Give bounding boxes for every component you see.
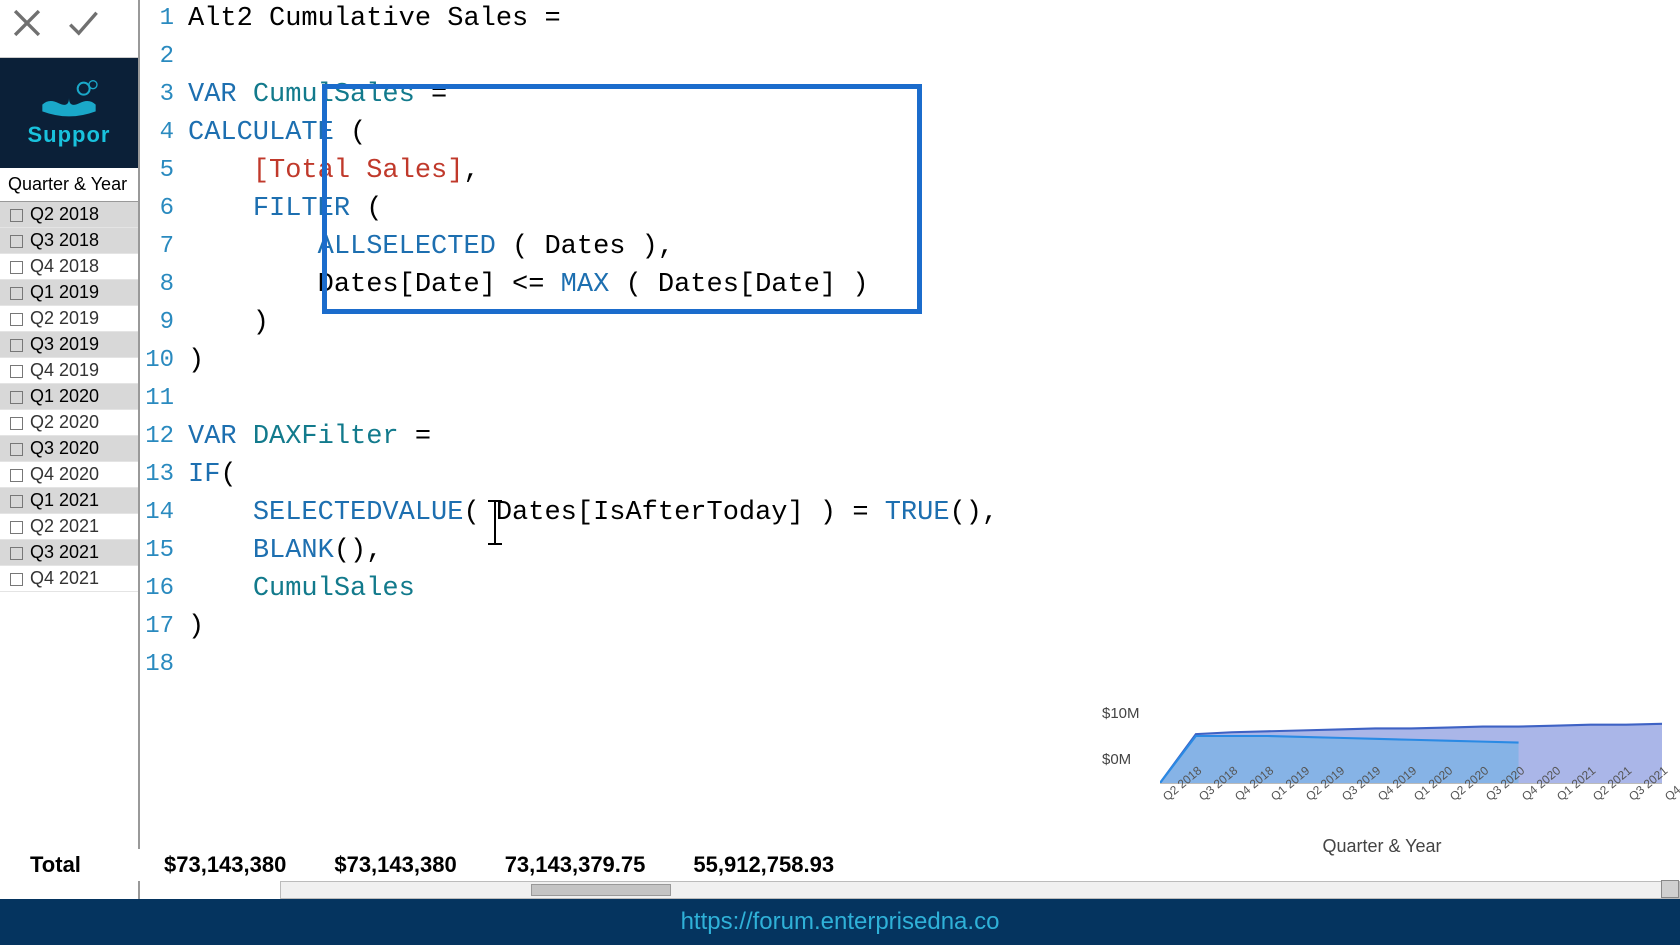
line-number: 2: [140, 38, 184, 76]
y-tick-1: $0M: [1102, 751, 1140, 797]
code-line[interactable]: 3VAR CumulSales =: [140, 76, 1680, 114]
code-line[interactable]: 4CALCULATE (: [140, 114, 1680, 152]
code-line[interactable]: 10): [140, 342, 1680, 380]
code-content[interactable]: IF(: [184, 456, 1680, 494]
totals-label: Total: [0, 852, 140, 878]
line-number: 6: [140, 190, 184, 228]
code-content[interactable]: CumulSales: [184, 570, 1680, 608]
code-content[interactable]: ): [184, 304, 1680, 342]
slicer-item[interactable]: Q4 2018: [0, 254, 138, 280]
code-container: 1Alt2 Cumulative Sales =23VAR CumulSales…: [140, 0, 1680, 684]
code-content[interactable]: FILTER (: [184, 190, 1680, 228]
formula-bar-actions: [0, 0, 138, 58]
text-cursor: [494, 500, 496, 545]
slicer-item[interactable]: Q1 2019: [0, 280, 138, 306]
code-content[interactable]: VAR DAXFilter =: [184, 418, 1680, 456]
slicer-list[interactable]: Q2 2018Q3 2018Q4 2018Q1 2019Q2 2019Q3 20…: [0, 202, 138, 899]
code-content[interactable]: [Total Sales],: [184, 152, 1680, 190]
code-line[interactable]: 18: [140, 646, 1680, 684]
slicer-item[interactable]: Q2 2019: [0, 306, 138, 332]
y-axis: $10M $0M: [1102, 705, 1140, 765]
code-line[interactable]: 1Alt2 Cumulative Sales =: [140, 0, 1680, 38]
chart-area: $10M $0M Q2 2018Q3 2018Q4 2018Q1 2019Q2 …: [1102, 687, 1662, 857]
y-tick-0: $10M: [1102, 705, 1140, 751]
totals-cell-2: 73,143,379.75: [481, 852, 670, 878]
slicer-header: Quarter & Year: [0, 168, 138, 202]
line-number: 10: [140, 342, 184, 380]
code-line[interactable]: 13IF(: [140, 456, 1680, 494]
brand-label: Suppor: [28, 122, 111, 148]
line-number: 13: [140, 456, 184, 494]
line-number: 18: [140, 646, 184, 684]
support-icon: [34, 78, 104, 118]
resize-grip[interactable]: [1661, 880, 1679, 898]
brand-badge: Suppor: [0, 58, 138, 168]
code-content[interactable]: Alt2 Cumulative Sales =: [184, 0, 1680, 38]
code-content[interactable]: SELECTEDVALUE( Dates[IsAfterToday] ) = T…: [184, 494, 1680, 532]
code-content[interactable]: ): [184, 342, 1680, 380]
slicer-item[interactable]: Q1 2021: [0, 488, 138, 514]
main-area: Suppor Quarter & Year Q2 2018Q3 2018Q4 2…: [0, 0, 1680, 899]
code-content[interactable]: CALCULATE (: [184, 114, 1680, 152]
code-line[interactable]: 7 ALLSELECTED ( Dates ),: [140, 228, 1680, 266]
slicer-item[interactable]: Q4 2020: [0, 462, 138, 488]
horizontal-scrollbar[interactable]: [280, 881, 1680, 899]
slicer-item[interactable]: Q3 2019: [0, 332, 138, 358]
slicer-item[interactable]: Q3 2020: [0, 436, 138, 462]
chart-title: Quarter & Year: [1102, 836, 1662, 857]
line-number: 4: [140, 114, 184, 152]
code-line[interactable]: 9 ): [140, 304, 1680, 342]
footer-bar: https://forum.enterprisedna.co: [0, 899, 1680, 945]
slicer-item[interactable]: Q4 2019: [0, 358, 138, 384]
line-number: 16: [140, 570, 184, 608]
code-line[interactable]: 8 Dates[Date] <= MAX ( Dates[Date] ): [140, 266, 1680, 304]
line-number: 14: [140, 494, 184, 532]
code-line[interactable]: 17): [140, 608, 1680, 646]
x-axis-labels: Q2 2018Q3 2018Q4 2018Q1 2019Q2 2019Q3 20…: [1160, 787, 1662, 837]
code-line[interactable]: 2: [140, 38, 1680, 76]
code-line[interactable]: 5 [Total Sales],: [140, 152, 1680, 190]
slicer-item[interactable]: Q3 2021: [0, 540, 138, 566]
code-content[interactable]: ): [184, 608, 1680, 646]
line-number: 5: [140, 152, 184, 190]
code-line[interactable]: 11: [140, 380, 1680, 418]
code-line[interactable]: 15 BLANK(),: [140, 532, 1680, 570]
cancel-button[interactable]: [10, 6, 44, 51]
formula-editor[interactable]: 1Alt2 Cumulative Sales =23VAR CumulSales…: [140, 0, 1680, 899]
footer-url[interactable]: https://forum.enterprisedna.co: [681, 908, 1000, 936]
totals-cell-0: $73,143,380: [140, 852, 310, 878]
line-number: 11: [140, 380, 184, 418]
code-line[interactable]: 12VAR DAXFilter =: [140, 418, 1680, 456]
totals-row: Total $73,143,380 $73,143,380 73,143,379…: [0, 849, 920, 881]
line-number: 8: [140, 266, 184, 304]
app-root: Suppor Quarter & Year Q2 2018Q3 2018Q4 2…: [0, 0, 1680, 945]
slicer-item[interactable]: Q2 2018: [0, 202, 138, 228]
code-content[interactable]: Dates[Date] <= MAX ( Dates[Date] ): [184, 266, 1680, 304]
line-number: 7: [140, 228, 184, 266]
code-line[interactable]: 14 SELECTEDVALUE( Dates[IsAfterToday] ) …: [140, 494, 1680, 532]
scrollbar-thumb[interactable]: [531, 884, 671, 896]
code-content[interactable]: ALLSELECTED ( Dates ),: [184, 228, 1680, 266]
line-number: 9: [140, 304, 184, 342]
line-number: 1: [140, 0, 184, 38]
accept-button[interactable]: [66, 6, 100, 51]
slicer-item[interactable]: Q2 2020: [0, 410, 138, 436]
left-column: Suppor Quarter & Year Q2 2018Q3 2018Q4 2…: [0, 0, 140, 899]
code-content[interactable]: VAR CumulSales =: [184, 76, 1680, 114]
slicer-item[interactable]: Q4 2021: [0, 566, 138, 592]
code-line[interactable]: 6 FILTER (: [140, 190, 1680, 228]
code-content[interactable]: BLANK(),: [184, 532, 1680, 570]
totals: Total $73,143,380 $73,143,380 73,143,379…: [0, 849, 858, 881]
code-line[interactable]: 16 CumulSales: [140, 570, 1680, 608]
totals-cell-1: $73,143,380: [310, 852, 480, 878]
line-number: 12: [140, 418, 184, 456]
line-number: 15: [140, 532, 184, 570]
slicer-item[interactable]: Q3 2018: [0, 228, 138, 254]
totals-cell-3: 55,912,758.93: [669, 852, 858, 878]
slicer-item[interactable]: Q1 2020: [0, 384, 138, 410]
line-number: 17: [140, 608, 184, 646]
line-number: 3: [140, 76, 184, 114]
slicer-item[interactable]: Q2 2021: [0, 514, 138, 540]
